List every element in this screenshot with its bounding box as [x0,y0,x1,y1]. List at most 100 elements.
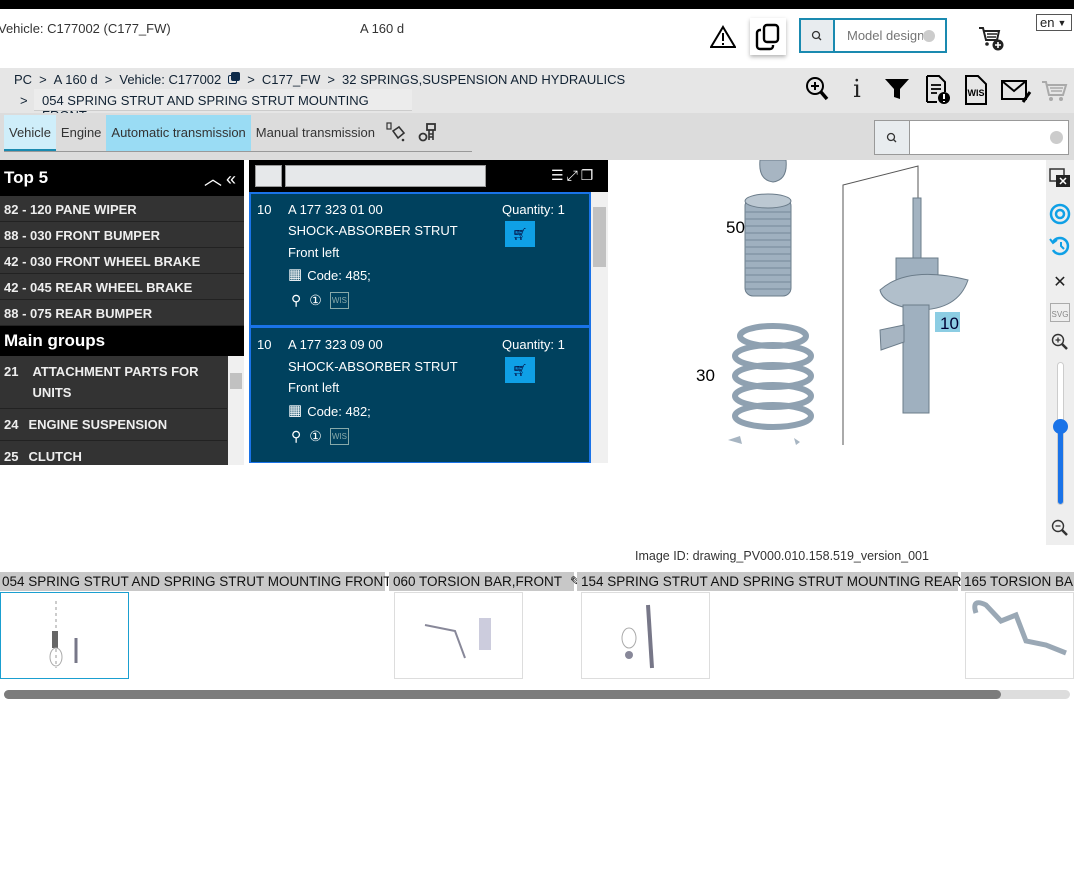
add-to-cart-button[interactable]: 🛒︎ [505,221,535,247]
add-to-cart-icon[interactable] [975,24,1007,52]
group-number: 24 [4,417,19,432]
tab-automatic-transmission[interactable]: Automatic transmission [106,115,251,151]
key-icon[interactable]: ⚲ [291,428,301,445]
info-icon[interactable]: i [845,75,869,103]
table-icon[interactable]: ▦ [288,403,302,419]
top5-item[interactable]: 88 - 030 FRONT BUMPER [0,222,244,248]
wis-document-icon[interactable]: WIS [963,75,989,105]
table-icon[interactable]: ▦ [288,267,302,283]
thumbnail-image[interactable] [0,592,129,679]
thumbnail-tab[interactable]: 154 SPRING STRUT AND SPRING STRUT MOUNTI… [577,572,981,591]
thumbnail-image[interactable] [394,592,523,679]
zoom-slider-handle[interactable] [1053,419,1068,435]
info-circle-icon[interactable]: ① [309,428,322,445]
clear-icon[interactable] [923,30,935,42]
collapse-up-icon[interactable]: ︿ [204,169,226,189]
collapse-left-icon[interactable]: « [226,169,240,189]
history-icon[interactable] [1046,235,1074,257]
unpin-icon[interactable]: ✕ [1046,272,1074,292]
tab-manual-transmission[interactable]: Manual transmission [251,115,380,151]
breadcrumb-vehicle[interactable]: Vehicle: C177002 [119,72,221,87]
catalog-tabs: Vehicle Engine Automatic transmission Ma… [4,115,472,152]
scrollbar-thumb[interactable] [4,690,1001,699]
cart-icon: 🛒︎ [512,227,528,241]
warning-icon[interactable] [708,22,738,52]
thumbnail-tab[interactable]: 165 TORSION BAR [961,572,1074,591]
part-row[interactable]: 10 A 177 323 01 00 SHOCK-ABSORBER STRUT … [249,192,591,327]
thumbnail-tab[interactable]: 054 SPRING STRUT AND SPRING STRUT MOUNTI… [0,572,411,591]
target-icon[interactable] [1046,203,1074,225]
thumbnail-tab[interactable]: 060 TORSION BAR,FRONT ✎ [389,572,581,591]
thumbnail-scrollbar[interactable] [4,690,1070,699]
tab-engine[interactable]: Engine [56,115,106,151]
wis-icon[interactable]: WIS [329,428,349,445]
top5-item[interactable]: 42 - 030 FRONT WHEEL BRAKE [0,248,244,274]
shock-absorber-strut-part[interactable] [879,197,969,414]
parts-filter-input[interactable] [285,165,486,187]
tab-vehicle[interactable]: Vehicle [4,115,56,151]
bolt-nut-icon[interactable] [412,115,444,151]
breadcrumb-pc[interactable]: PC [14,72,32,87]
callout-10[interactable]: 10 [940,314,959,333]
info-circle-icon[interactable]: ① [309,292,322,309]
coil-spring-part[interactable] [732,323,814,430]
search-icon[interactable] [875,121,910,154]
wis-icon[interactable]: WIS [329,292,349,309]
thumbnail-label: 060 TORSION BAR,FRONT [393,574,563,589]
close-overlay-icon[interactable] [1046,168,1074,188]
clear-icon[interactable] [1050,131,1063,144]
main-group-item[interactable]: 24 ENGINE SUSPENSION [0,409,227,441]
list-view-icon[interactable]: ☰ [551,167,564,184]
breadcrumb-group[interactable]: 32 SPRINGS,SUSPENSION AND HYDRAULICS [342,72,625,87]
copy-button[interactable] [750,18,786,55]
add-to-cart-button[interactable]: 🛒︎ [505,357,535,383]
popout-icon[interactable]: ❐ [581,167,594,184]
filter-icon[interactable] [883,75,911,103]
copy-vehicle-icon[interactable] [228,72,241,84]
svg-export-icon[interactable]: SVG [1046,303,1074,322]
bump-stop-part [759,160,787,183]
zoom-slider-fill [1058,426,1063,504]
exploded-drawing[interactable]: 50 30 10 [608,160,1046,545]
expand-icon[interactable]: ⤢ [567,167,578,184]
main-group-item[interactable]: 21 ATTACHMENT PARTS FOR UNITS [0,356,227,409]
part-row[interactable]: 10 A 177 323 09 00 SHOCK-ABSORBER STRUT … [249,326,591,463]
callout-30[interactable]: 30 [696,366,715,385]
key-icon[interactable]: ⚲ [291,292,301,309]
part-note: Front left [288,380,340,395]
subgroup-dropdown[interactable]: 054 SPRING STRUT AND SPRING STRUT MOUNTI… [34,89,412,123]
part-quantity: Quantity: 1 [502,337,565,352]
zoom-slider[interactable] [1053,362,1068,505]
select-all-checkbox[interactable] [255,165,282,187]
thumbnail-image[interactable] [965,592,1074,679]
main-group-item[interactable]: 25 CLUTCH [0,441,227,465]
language-select[interactable]: en ▼ [1036,14,1072,31]
top5-item[interactable]: 88 - 075 REAR BUMPER [0,300,244,326]
protective-boot-part[interactable] [744,193,792,297]
top5-item[interactable]: 42 - 045 REAR WHEEL BRAKE [0,274,244,300]
groups-scrollbar[interactable] [228,356,244,465]
zoom-in-icon[interactable] [1046,333,1074,351]
top5-item[interactable]: 82 - 120 PANE WIPER [0,196,244,222]
thumbnail-label: 165 TORSION BAR [964,574,1074,589]
thumbnail-image[interactable] [581,592,710,679]
paint-icon[interactable] [380,115,412,151]
model-search[interactable] [799,18,947,53]
parts-search-input[interactable] [910,121,1050,154]
breadcrumb-model[interactable]: A 160 d [54,72,98,87]
zoom-out-icon[interactable] [1046,519,1074,537]
search-icon[interactable] [801,20,835,51]
svg-label: SVG [1049,303,1071,322]
zoom-in-icon[interactable] [803,75,831,103]
breadcrumb-sep: > [247,72,255,87]
part-note: Front left [288,245,340,260]
mail-edit-icon[interactable] [1000,77,1032,105]
group-number: 21 [4,364,19,379]
breadcrumb-variant[interactable]: C177_FW [262,72,321,87]
document-alert-icon[interactable] [924,75,952,105]
parts-search[interactable] [874,120,1069,155]
parts-scrollbar[interactable] [591,192,608,463]
model-search-input[interactable] [835,20,923,51]
parts-list: 10 A 177 323 01 00 SHOCK-ABSORBER STRUT … [249,192,608,463]
callout-50[interactable]: 50 [726,218,745,237]
